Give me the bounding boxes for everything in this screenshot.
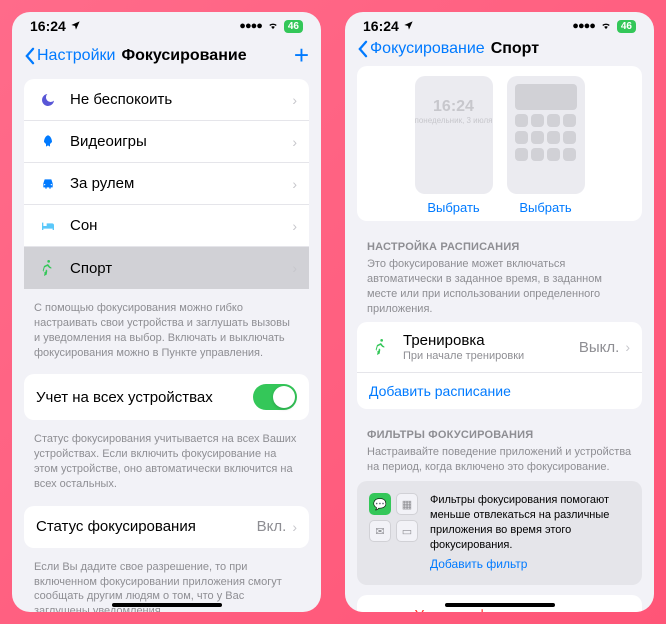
mode-label: Сон [70, 217, 292, 234]
chevron-icon: › [292, 260, 297, 276]
select-home-link[interactable]: Выбрать [519, 200, 571, 215]
back-label: Фокусирование [370, 40, 485, 58]
share-footer: Статус фокусирования учитывается на всех… [12, 426, 321, 505]
content: 16:24 понедельник, 3 июля Выбрать Выбрат… [345, 66, 654, 612]
chevron-icon: › [625, 339, 630, 355]
back-button[interactable]: Фокусирование [357, 40, 485, 58]
focus-status[interactable]: Статус фокусирования Вкл. › [24, 506, 309, 548]
share-label: Учет на всех устройствах [36, 389, 253, 406]
lock-screen-preview[interactable]: 16:24 понедельник, 3 июля Выбрать [415, 76, 493, 215]
mode-do-not-disturb[interactable]: Не беспокоить › [24, 79, 309, 121]
mode-sport[interactable]: Спорт › [24, 247, 309, 289]
content: Не беспокоить › Видеоигры › За рулем › С… [12, 79, 321, 612]
share-section: Учет на всех устройствах [24, 374, 309, 420]
nav-bar: Настройки Фокусирование + [12, 36, 321, 79]
home-indicator[interactable] [445, 603, 555, 607]
mode-label: За рулем [70, 175, 292, 192]
running-icon [369, 339, 393, 355]
workout-label: Тренировка [403, 332, 579, 349]
delete-label: Удалить фокусирование [415, 607, 585, 612]
battery-filter-icon: ▭ [396, 520, 418, 542]
preview-date: понедельник, 3 июля [415, 116, 493, 125]
location-icon [403, 18, 414, 34]
status-section: Статус фокусирования Вкл. › [24, 506, 309, 548]
status-bar: 16:24 ●●●● 46 [345, 12, 654, 36]
calendar-icon: ▦ [396, 493, 418, 515]
schedule-header: НАСТРОЙКА РАСПИСАНИЯ [345, 227, 654, 255]
chevron-icon: › [292, 92, 297, 108]
modes-footer: С помощью фокусирования можно гибко наст… [12, 295, 321, 374]
mail-icon: ✉ [369, 520, 391, 542]
status-bar: 16:24 ●●●● 46 [12, 12, 321, 36]
mode-driving[interactable]: За рулем › [24, 163, 309, 205]
promo-icons: 💬 ▦ ✉ ▭ [369, 493, 418, 542]
workout-value: Выкл. [579, 339, 619, 356]
location-icon [70, 18, 81, 34]
add-button[interactable]: + [294, 40, 309, 71]
share-across-devices[interactable]: Учет на всех устройствах [24, 374, 309, 420]
bed-icon [36, 218, 60, 234]
messages-icon: 💬 [369, 493, 391, 515]
chevron-icon: › [292, 176, 297, 192]
filters-desc: Настраивайте поведение приложений и устр… [345, 443, 654, 481]
signal-icon: ●●●● [239, 20, 262, 32]
workout-sublabel: При начале тренировки [403, 350, 579, 362]
schedule-section: Тренировка При начале тренировки Выкл. ›… [357, 322, 642, 409]
mode-sleep[interactable]: Сон › [24, 205, 309, 247]
chevron-icon: › [292, 134, 297, 150]
running-icon [36, 260, 60, 276]
focus-modes-list: Не беспокоить › Видеоигры › За рулем › С… [24, 79, 309, 289]
schedule-desc: Это фокусирование может включаться автом… [345, 255, 654, 322]
nav-bar: Фокусирование Спорт [345, 36, 654, 66]
add-schedule-button[interactable]: Добавить расписание [357, 373, 642, 409]
mode-label: Спорт [70, 260, 292, 277]
filter-promo: 💬 ▦ ✉ ▭ Фильтры фокусирования помогают м… [357, 481, 642, 585]
share-toggle[interactable] [253, 384, 297, 410]
promo-text: Фильтры фокусирования помогают меньше от… [430, 494, 609, 551]
mode-gaming[interactable]: Видеоигры › [24, 121, 309, 163]
screen-preview-section: 16:24 понедельник, 3 июля Выбрать Выбрат… [357, 66, 642, 221]
home-screen-preview[interactable]: Выбрать [507, 76, 585, 215]
mode-label: Видеоигры [70, 133, 292, 150]
home-indicator[interactable] [112, 603, 222, 607]
nav-title: Фокусирование [121, 47, 246, 65]
car-icon [36, 176, 60, 192]
wifi-icon [599, 18, 613, 34]
status-time: 16:24 [363, 18, 399, 34]
nav-title: Спорт [491, 40, 539, 58]
chevron-icon: › [292, 519, 297, 535]
moon-icon [36, 92, 60, 108]
preview-time: 16:24 [433, 98, 474, 116]
status-value: Вкл. [257, 518, 287, 535]
chevron-icon: › [292, 218, 297, 234]
add-filter-link[interactable]: Добавить фильтр [430, 556, 630, 572]
phone-left: 16:24 ●●●● 46 Настройки Фокусирование + [12, 12, 321, 612]
wifi-icon [266, 18, 280, 34]
mode-label: Не беспокоить [70, 91, 292, 108]
phone-right: 16:24 ●●●● 46 Фокусирование Спорт 16:24 [345, 12, 654, 612]
status-label: Статус фокусирования [36, 518, 257, 535]
filters-header: ФИЛЬТРЫ ФОКУСИРОВАНИЯ [345, 415, 654, 443]
battery-icon: 46 [284, 20, 303, 33]
select-lock-link[interactable]: Выбрать [427, 200, 479, 215]
workout-trigger[interactable]: Тренировка При начале тренировки Выкл. › [357, 322, 642, 373]
battery-icon: 46 [617, 20, 636, 33]
status-time: 16:24 [30, 18, 66, 34]
back-button[interactable]: Настройки [24, 47, 115, 65]
rocket-icon [36, 134, 60, 150]
signal-icon: ●●●● [572, 20, 595, 32]
back-label: Настройки [37, 47, 115, 65]
